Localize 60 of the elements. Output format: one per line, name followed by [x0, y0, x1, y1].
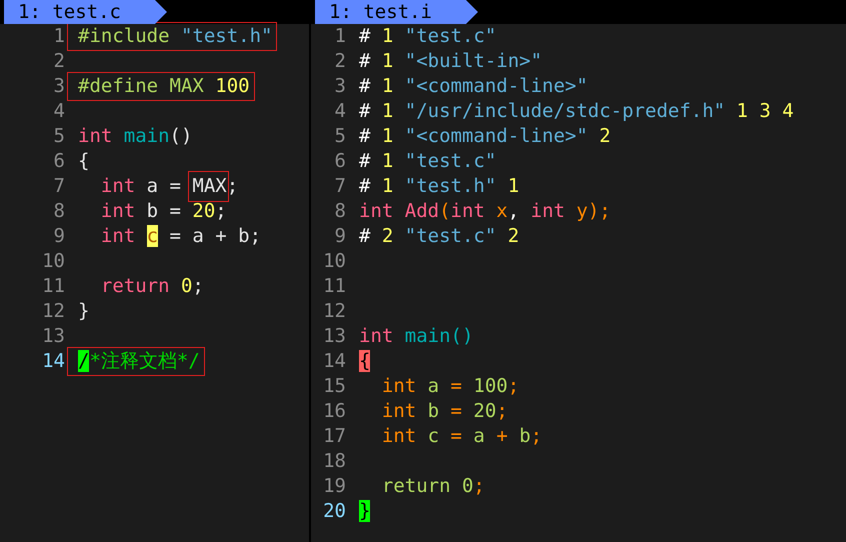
code-line: } [78, 299, 90, 324]
line-number: 18 [322, 449, 346, 474]
code-line: # 1 "/usr/include/stdc-predef.h" 1 3 4 [359, 99, 794, 124]
line-number: 5 [334, 124, 346, 149]
code-line: # 1 "<command-line>" 2 [359, 124, 611, 149]
line-number: 10 [41, 249, 65, 274]
line-number: 3 [334, 74, 346, 99]
line-number: 12 [41, 299, 65, 324]
line-number: 7 [334, 174, 346, 199]
line-number: 11 [41, 274, 65, 299]
line-number: 12 [322, 299, 346, 324]
code-line: # 1 "<command-line>" [359, 74, 588, 99]
code-line: /*注释文档*/ [78, 349, 200, 374]
code-line: int Add(int x, int y); [359, 199, 611, 224]
code-line: int a = MAX; [78, 174, 238, 199]
code-line: int b = 20; [380, 399, 508, 424]
code-line: return 0; [380, 474, 485, 499]
code-line: # 1 "test.c" [359, 24, 496, 49]
code-line: return 0; [100, 274, 204, 299]
code-line: int main() [78, 124, 192, 149]
line-number: 13 [41, 324, 65, 349]
line-number: 2 [52, 49, 65, 74]
line-number: 3 [52, 74, 65, 99]
line-number: 15 [322, 374, 346, 399]
buffer-tab[interactable]: 1: test.i [315, 0, 478, 24]
line-number: 9 [334, 224, 346, 249]
buffer-tab[interactable]: 1: test.c [4, 0, 167, 24]
line-number: 14 [41, 349, 65, 374]
line-number: 14 [322, 349, 346, 374]
line-number: 4 [52, 99, 65, 124]
line-number: 1 [334, 24, 346, 49]
line-number: 8 [334, 199, 346, 224]
line-number: 4 [334, 99, 346, 124]
code-line: #include "test.h" [78, 24, 272, 49]
line-number: 6 [52, 149, 65, 174]
line-number: 1 [52, 24, 65, 49]
line-number: 13 [322, 324, 346, 349]
code-line: # 2 "test.c" 2 [359, 224, 520, 249]
line-number: 20 [322, 499, 346, 524]
code-line: int b = 20; [100, 199, 227, 224]
code-line: { [78, 149, 90, 174]
code-line: int c = a + b; [380, 424, 542, 449]
line-number: 10 [322, 249, 346, 274]
line-number: 8 [52, 199, 65, 224]
line-number: 17 [322, 424, 346, 449]
code-line: #define MAX 100 [78, 74, 250, 99]
code-line: int a = 100; [380, 374, 520, 399]
code-line: int main() [359, 324, 474, 349]
line-number: 16 [322, 399, 346, 424]
code-line: # 1 "<built-in>" [359, 49, 542, 74]
line-number: 6 [334, 149, 346, 174]
line-number: 19 [322, 474, 346, 499]
line-number: 11 [322, 274, 346, 299]
code-line: int c = a + b; [100, 224, 262, 249]
code-line: # 1 "test.h" 1 [359, 174, 520, 199]
line-number: 7 [52, 174, 65, 199]
code-line: # 1 "test.c" [359, 149, 496, 174]
line-number: 5 [52, 124, 65, 149]
line-number: 9 [52, 224, 65, 249]
line-number: 2 [334, 49, 346, 74]
